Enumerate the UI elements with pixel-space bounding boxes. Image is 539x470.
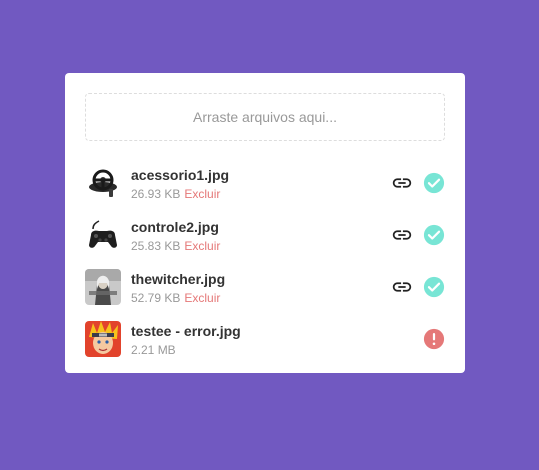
file-actions	[391, 261, 445, 313]
file-size: 2.21 MB	[131, 342, 176, 357]
file-name: thewitcher.jpg	[131, 270, 226, 287]
link-icon[interactable]	[391, 224, 413, 246]
file-list: acessorio1.jpg 26.93 KB Excluir controle…	[85, 157, 445, 365]
witcher-cover-icon	[85, 269, 121, 305]
file-meta: 26.93 KB Excluir	[131, 187, 229, 201]
file-meta: 2.21 MB	[131, 343, 241, 357]
list-item: controle2.jpg 25.83 KB Excluir	[85, 209, 445, 261]
gamepad-icon	[85, 217, 121, 253]
file-meta: 52.79 KB Excluir	[131, 291, 225, 305]
check-circle-icon	[423, 224, 445, 246]
list-item: acessorio1.jpg 26.93 KB Excluir	[85, 157, 445, 209]
steering-wheel-icon	[85, 165, 121, 201]
naruto-cover-icon	[85, 321, 121, 357]
file-info: testee - error.jpg 2.21 MB	[131, 322, 241, 357]
dropzone[interactable]: Arraste arquivos aqui...	[85, 93, 445, 141]
link-icon[interactable]	[391, 276, 413, 298]
upload-card: Arraste arquivos aqui... acessorio1.jpg …	[65, 73, 465, 373]
delete-button[interactable]: Excluir	[184, 239, 220, 253]
list-item: testee - error.jpg 2.21 MB	[85, 313, 445, 365]
file-actions	[391, 157, 445, 209]
error-circle-icon	[423, 328, 445, 350]
file-size: 25.83 KB	[131, 238, 181, 253]
file-actions	[391, 209, 445, 261]
delete-button[interactable]: Excluir	[184, 187, 220, 201]
delete-button[interactable]: Excluir	[184, 291, 220, 305]
dropzone-label: Arraste arquivos aqui...	[193, 109, 337, 125]
check-circle-icon	[423, 172, 445, 194]
file-size: 26.93 KB	[131, 186, 181, 201]
file-actions	[423, 313, 445, 365]
file-name: acessorio1.jpg	[131, 166, 230, 183]
file-meta: 25.83 KB Excluir	[131, 239, 220, 253]
check-circle-icon	[423, 276, 445, 298]
list-item: thewitcher.jpg 52.79 KB Excluir	[85, 261, 445, 313]
file-name: testee - error.jpg	[131, 322, 241, 339]
link-icon[interactable]	[391, 172, 413, 194]
file-info: acessorio1.jpg 26.93 KB Excluir	[131, 166, 229, 201]
file-info: controle2.jpg 25.83 KB Excluir	[131, 218, 220, 253]
file-info: thewitcher.jpg 52.79 KB Excluir	[131, 270, 225, 305]
file-size: 52.79 KB	[131, 290, 181, 305]
file-name: controle2.jpg	[131, 218, 219, 235]
